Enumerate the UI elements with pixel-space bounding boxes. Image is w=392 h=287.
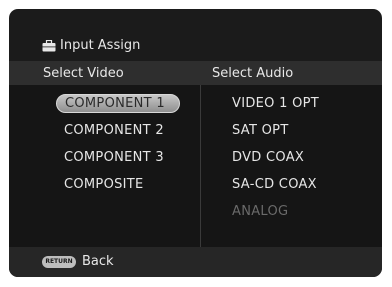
audio-item-video-1-opt[interactable]: VIDEO 1 OPT	[232, 96, 319, 111]
column-header-bar: Select Video Select Audio	[9, 61, 382, 85]
footer-bar: RETURN Back	[9, 247, 382, 277]
video-item-component-1[interactable]: COMPONENT 1	[56, 94, 180, 113]
page-title-text: Input Assign	[60, 38, 141, 53]
page-title: Input Assign	[42, 38, 140, 53]
video-column-heading: Select Video	[43, 66, 124, 81]
audio-item-sacd-coax[interactable]: SA-CD COAX	[232, 177, 317, 192]
audio-column-heading: Select Audio	[212, 66, 294, 81]
video-item-composite[interactable]: COMPOSITE	[64, 177, 144, 192]
audio-item-sat-opt[interactable]: SAT OPT	[232, 123, 289, 138]
column-divider	[200, 85, 201, 247]
video-item-component-2[interactable]: COMPONENT 2	[64, 123, 164, 138]
video-item-component-3[interactable]: COMPONENT 3	[64, 150, 164, 165]
suitcase-icon	[42, 39, 56, 52]
back-label: Back	[82, 254, 114, 269]
audio-item-analog: ANALOG	[232, 204, 289, 219]
return-button[interactable]: RETURN	[42, 256, 76, 268]
audio-item-dvd-coax[interactable]: DVD COAX	[232, 150, 304, 165]
input-assign-screen: Input Assign Select Video Select Audio C…	[9, 9, 382, 277]
